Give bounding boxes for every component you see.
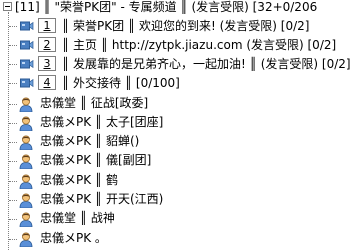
user-name: 忠儀メPK ║ 貂蝉()	[40, 134, 140, 148]
subchannel-icon	[20, 59, 34, 69]
tree-branch-line	[9, 83, 17, 84]
subchannel-icon	[20, 21, 34, 31]
user-icon	[19, 116, 33, 131]
user-name: 忠儀メPK ║ 儀[副团]	[40, 153, 152, 167]
user-name: 忠儀メPK ║ 开天(江西)	[40, 192, 164, 206]
subchannel-row[interactable]: 3 ║ 发展靠的是兄弟齐心，一起加油! ║ (发言受限) [0/2]	[0, 56, 362, 73]
user-icon	[19, 135, 33, 150]
subchannel-label: ║ 主页 ║ http://zytpk.jiazu.com (发言受限) [0/…	[62, 38, 337, 52]
user-row[interactable]: 忠儀メPK ║ 开天(江西)	[0, 191, 362, 208]
user-name: 忠儀メPK 。	[40, 231, 107, 245]
user-row[interactable]: 忠儀メPK ║ 貂蝉()	[0, 133, 362, 150]
subchannel-row[interactable]: 4 ║ 外交接待 ║ [0/100]	[0, 75, 362, 92]
channel-tree: [11] ║ "荣誉PK团" - 专属频道 ║ (发言受限) [32+0/206…	[0, 0, 362, 250]
tree-branch-line	[9, 239, 17, 240]
subchannel-row[interactable]: 2 ║ 主页 ║ http://zytpk.jiazu.com (发言受限) […	[0, 37, 362, 54]
user-name: 忠儀堂 ║ 战神	[40, 211, 115, 225]
user-row[interactable]: 忠儀メPK ║ 儀[副团]	[0, 152, 362, 169]
user-icon	[19, 212, 33, 227]
tree-branch-line	[9, 142, 17, 143]
user-row[interactable]: 忠儀メPK ║ 太子[团座]	[0, 114, 362, 131]
collapse-icon[interactable]	[3, 2, 12, 11]
subchannel-label: ║ 荣誉PK团 ║ 欢迎您的到来! (发言受限) [0/2]	[62, 19, 310, 33]
tree-branch-line	[9, 64, 17, 65]
user-row[interactable]: 忠儀メPK 。	[0, 230, 362, 250]
user-name: 忠儀堂 ║ 征战[政委]	[40, 96, 149, 110]
user-name: 忠儀メPK ║ 太子[团座]	[40, 115, 164, 129]
user-icon	[19, 232, 33, 247]
subchannel-icon	[20, 40, 34, 50]
tree-branch-line	[9, 181, 17, 182]
subchannel-row[interactable]: 1 ║ 荣誉PK团 ║ 欢迎您的到来! (发言受限) [0/2]	[0, 18, 362, 35]
tree-branch-line	[9, 104, 17, 105]
user-name: 忠儀メPK ║ 鹤	[40, 173, 118, 187]
tree-branch-line	[9, 45, 17, 46]
channel-row[interactable]: [11] ║ "荣誉PK团" - 专属频道 ║ (发言受限) [32+0/206	[0, 0, 362, 17]
tree-branch-line	[9, 123, 17, 124]
user-row[interactable]: 忠儀堂 ║ 战神	[0, 210, 362, 227]
subchannel-number[interactable]: 1	[38, 18, 56, 33]
user-icon	[19, 174, 33, 189]
subchannel-number[interactable]: 3	[38, 56, 56, 71]
tree-branch-line	[9, 161, 17, 162]
user-icon	[19, 97, 33, 112]
subchannel-number[interactable]: 2	[38, 37, 56, 52]
channel-label: [11] ║ "荣誉PK团" - 专属频道 ║ (发言受限) [32+0/206	[15, 0, 318, 14]
user-icon	[19, 154, 33, 169]
tree-branch-line	[9, 219, 17, 220]
subchannel-label: ║ 发展靠的是兄弟齐心，一起加油! ║ (发言受限) [0/2]	[62, 57, 351, 71]
subchannel-icon	[20, 78, 34, 88]
user-row[interactable]: 忠儀メPK ║ 鹤	[0, 172, 362, 189]
user-row[interactable]: 忠儀堂 ║ 征战[政委]	[0, 95, 362, 112]
tree-branch-line	[9, 26, 17, 27]
subchannel-label: ║ 外交接待 ║ [0/100]	[62, 76, 180, 90]
tree-branch-line	[9, 200, 17, 201]
user-icon	[19, 193, 33, 208]
subchannel-number[interactable]: 4	[38, 75, 56, 90]
